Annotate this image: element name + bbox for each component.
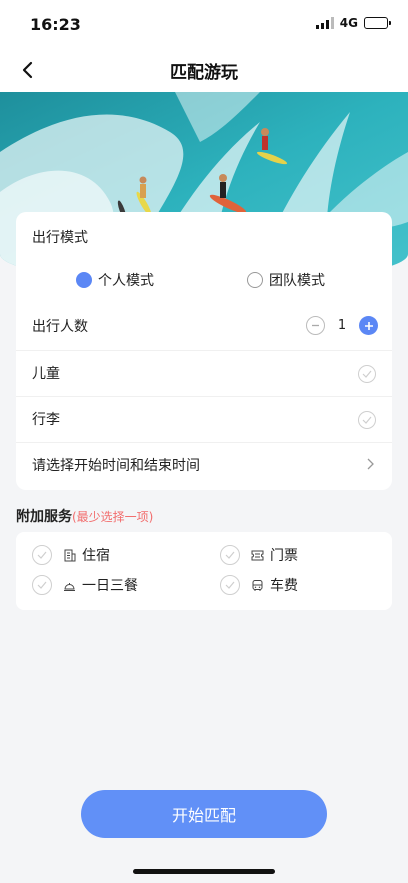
- nav-bar: 匹配游玩: [0, 48, 408, 92]
- meal-bell-icon: [62, 578, 76, 592]
- minus-icon: [312, 324, 319, 327]
- mode-option-team[interactable]: 团队模式: [247, 270, 325, 290]
- travelers-row: 出行人数 1: [16, 304, 392, 350]
- increment-button[interactable]: [359, 316, 378, 335]
- radio-unselected-icon: [247, 272, 263, 288]
- check-icon[interactable]: [32, 545, 52, 565]
- radio-selected-icon: [76, 272, 92, 288]
- chevron-right-icon: [367, 458, 374, 470]
- service-meals[interactable]: 一日三餐: [32, 575, 138, 595]
- check-icon[interactable]: [220, 575, 240, 595]
- travel-mode-card: 出行模式 个人模式 团队模式 出行人数 1 儿童 行李 请选择开始时间和结束时间: [16, 212, 392, 490]
- check-icon[interactable]: [358, 365, 376, 383]
- service-label: 门票: [270, 548, 298, 564]
- travel-mode-title: 出行模式: [32, 230, 88, 246]
- luggage-row[interactable]: 行李: [16, 396, 392, 442]
- service-ticket[interactable]: 门票: [220, 545, 298, 565]
- service-fare[interactable]: 车费: [220, 575, 298, 595]
- ticket-icon: [250, 548, 264, 562]
- time-select-row[interactable]: 请选择开始时间和结束时间: [16, 442, 392, 488]
- battery-icon: [364, 17, 391, 29]
- children-row[interactable]: 儿童: [16, 350, 392, 396]
- home-indicator: [133, 869, 275, 874]
- signal-icon: [315, 17, 334, 29]
- extra-services-title: 附加服务(最少选择一项): [16, 506, 153, 526]
- plus-icon: [364, 321, 373, 330]
- mode-option-individual[interactable]: 个人模式: [76, 270, 154, 290]
- start-matching-button[interactable]: 开始匹配: [81, 790, 327, 838]
- travelers-stepper: 1: [306, 316, 378, 335]
- status-bar: 16:23 4G: [0, 0, 408, 48]
- check-icon[interactable]: [220, 545, 240, 565]
- network-type: 4G: [339, 16, 358, 30]
- page-title: 匹配游玩: [170, 63, 238, 83]
- service-hotel[interactable]: 住宿: [32, 545, 110, 565]
- mode-option-label: 个人模式: [98, 273, 154, 289]
- check-icon[interactable]: [32, 575, 52, 595]
- hotel-icon: [62, 548, 76, 562]
- service-label: 一日三餐: [82, 578, 138, 594]
- children-label: 儿童: [32, 366, 60, 382]
- travelers-label: 出行人数: [32, 319, 88, 335]
- extra-services-card: 住宿 门票 一日三餐 车费: [16, 532, 392, 610]
- decrement-button[interactable]: [306, 316, 325, 335]
- check-icon[interactable]: [358, 411, 376, 429]
- mode-option-label: 团队模式: [269, 273, 325, 289]
- service-label: 车费: [270, 578, 298, 594]
- luggage-label: 行李: [32, 412, 60, 428]
- travelers-count: 1: [337, 318, 347, 333]
- extra-services-hint: (最少选择一项): [72, 510, 154, 524]
- time-select-label: 请选择开始时间和结束时间: [32, 458, 200, 474]
- extra-services-label: 附加服务: [16, 509, 72, 525]
- status-time: 16:23: [30, 15, 81, 34]
- status-icons: 4G: [315, 16, 391, 30]
- service-label: 住宿: [82, 548, 110, 564]
- bus-icon: [250, 578, 264, 592]
